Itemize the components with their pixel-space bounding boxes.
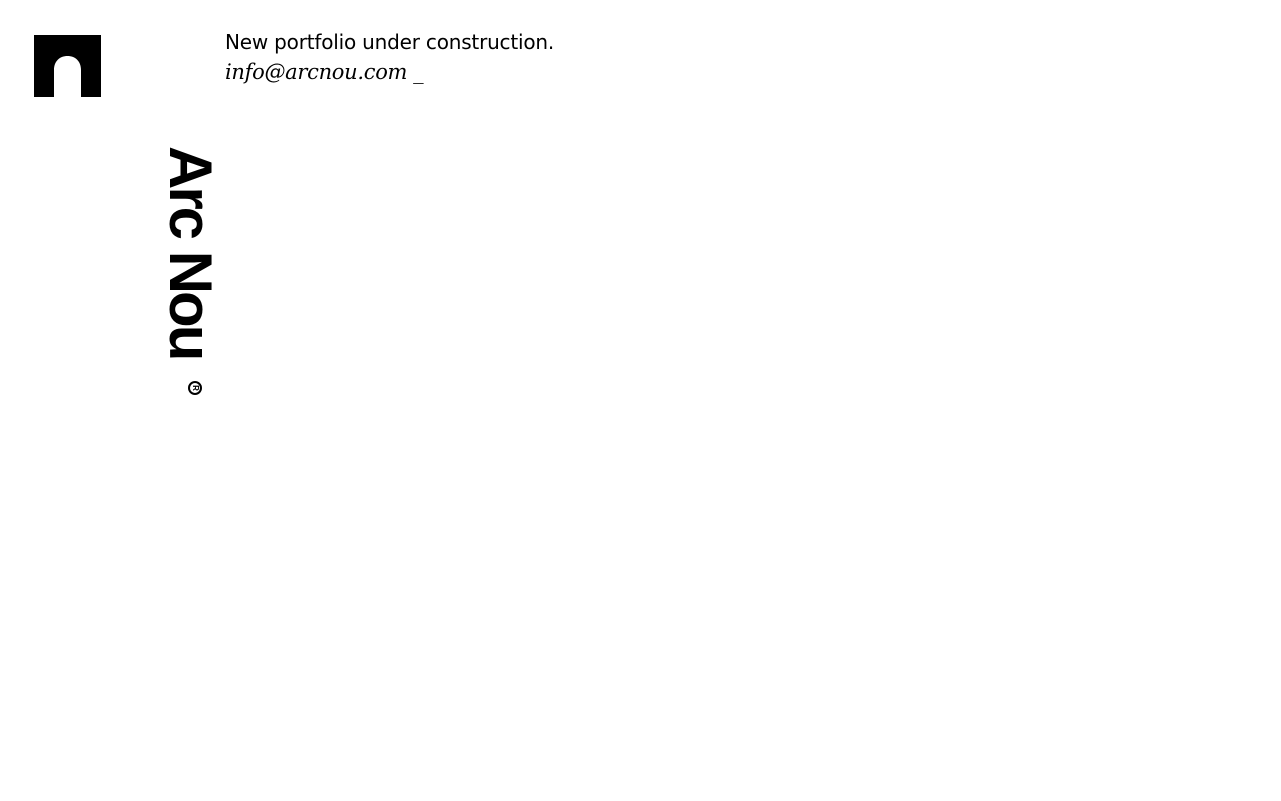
brand-wordmark: Arc Nou R — [157, 146, 224, 400]
brand-name: Arc Nou — [157, 146, 224, 359]
arch-logo-icon[interactable] — [34, 35, 101, 97]
blinking-cursor: _ — [413, 60, 424, 84]
email-link[interactable]: info@arcnou.com — [225, 57, 407, 87]
tagline: New portfolio under construction. — [225, 30, 555, 54]
message-block: New portfolio under construction. info@a… — [225, 28, 554, 87]
registered-mark-icon: R — [188, 381, 202, 395]
email-row: info@arcnou.com _ — [225, 57, 554, 87]
